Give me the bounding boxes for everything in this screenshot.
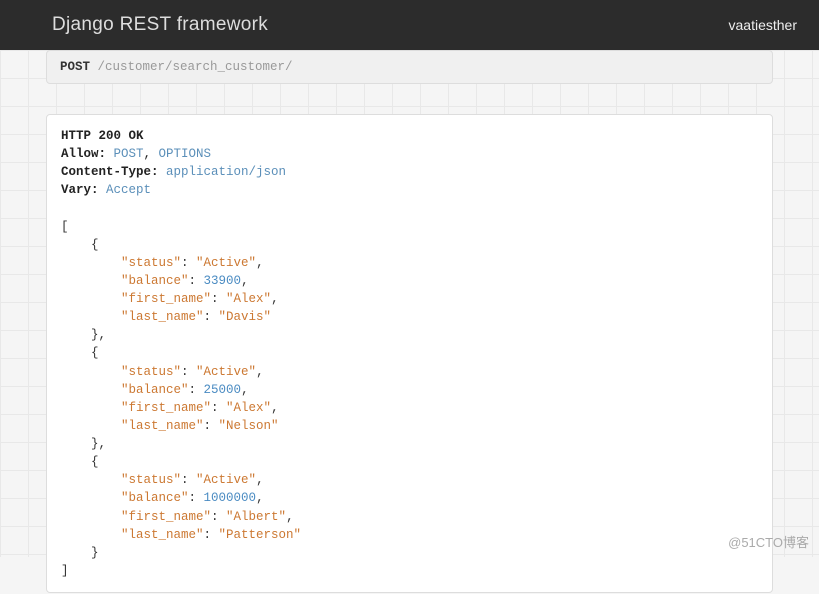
json-comma: , [256, 491, 264, 505]
brand-link[interactable]: Django REST framework [52, 14, 268, 36]
user-menu[interactable]: vaatiesther [729, 17, 797, 33]
json-brace: { [91, 346, 99, 360]
header-value[interactable]: POST [114, 147, 144, 161]
header-name: Vary: [61, 183, 106, 197]
watermark: @51CTO博客 [728, 532, 809, 551]
json-string: "Active" [196, 473, 256, 487]
json-colon: : [189, 383, 204, 397]
json-key: "status" [121, 365, 181, 379]
header-name: Content-Type: [61, 165, 166, 179]
json-colon: : [204, 528, 219, 542]
json-string: "Nelson" [219, 419, 279, 433]
request-method: POST [60, 60, 90, 74]
json-key: "last_name" [121, 310, 204, 324]
header-name: Allow: [61, 147, 114, 161]
json-number: 25000 [204, 383, 242, 397]
json-string: "Active" [196, 365, 256, 379]
json-string: "Patterson" [219, 528, 302, 542]
json-comma: , [256, 365, 264, 379]
json-colon: : [211, 510, 226, 524]
header-separator: , [144, 147, 159, 161]
json-string: "Albert" [226, 510, 286, 524]
json-comma: , [271, 401, 279, 415]
json-comma: , [271, 292, 279, 306]
json-comma: , [99, 328, 107, 342]
json-bracket: ] [61, 564, 69, 578]
json-key: "status" [121, 256, 181, 270]
json-colon: : [211, 292, 226, 306]
header-value[interactable]: Accept [106, 183, 151, 197]
content-area: POST /customer/search_customer/ HTTP 200… [0, 50, 819, 593]
json-brace: } [91, 328, 99, 342]
json-key: "first_name" [121, 510, 211, 524]
json-colon: : [181, 365, 196, 379]
response-status-line: HTTP 200 OK [61, 127, 758, 145]
request-summary: POST /customer/search_customer/ [46, 50, 773, 84]
response-header-row: Vary: Accept [61, 181, 758, 199]
json-number: 33900 [204, 274, 242, 288]
json-key: "balance" [121, 274, 189, 288]
request-path: /customer/search_customer/ [90, 60, 293, 74]
json-string: "Davis" [219, 310, 272, 324]
json-key: "last_name" [121, 419, 204, 433]
response-header-row: Content-Type: application/json [61, 163, 758, 181]
json-brace: } [91, 546, 99, 560]
header-value[interactable]: application/json [166, 165, 286, 179]
json-comma: , [241, 274, 249, 288]
json-comma: , [256, 256, 264, 270]
json-key: "first_name" [121, 401, 211, 415]
json-brace: { [91, 455, 99, 469]
json-brace: { [91, 238, 99, 252]
json-colon: : [211, 401, 226, 415]
status-text: HTTP 200 OK [61, 129, 144, 143]
header-value[interactable]: OPTIONS [159, 147, 212, 161]
json-comma: , [241, 383, 249, 397]
json-string: "Active" [196, 256, 256, 270]
json-comma: , [99, 437, 107, 451]
response-body: [ { "status": "Active", "balance": 33900… [61, 218, 758, 581]
json-comma: , [286, 510, 294, 524]
json-key: "balance" [121, 491, 189, 505]
json-key: "balance" [121, 383, 189, 397]
json-brace: } [91, 437, 99, 451]
json-key: "last_name" [121, 528, 204, 542]
json-colon: : [189, 491, 204, 505]
json-string: "Alex" [226, 292, 271, 306]
json-colon: : [181, 256, 196, 270]
json-colon: : [189, 274, 204, 288]
json-key: "first_name" [121, 292, 211, 306]
json-colon: : [204, 419, 219, 433]
json-key: "status" [121, 473, 181, 487]
top-header: Django REST framework vaatiesther [0, 0, 819, 50]
json-string: "Alex" [226, 401, 271, 415]
json-comma: , [256, 473, 264, 487]
response-panel: HTTP 200 OK Allow: POST, OPTIONSContent-… [46, 114, 773, 593]
json-colon: : [181, 473, 196, 487]
json-colon: : [204, 310, 219, 324]
response-headers: Allow: POST, OPTIONSContent-Type: applic… [61, 145, 758, 199]
json-bracket: [ [61, 220, 69, 234]
json-number: 1000000 [204, 491, 257, 505]
response-header-row: Allow: POST, OPTIONS [61, 145, 758, 163]
